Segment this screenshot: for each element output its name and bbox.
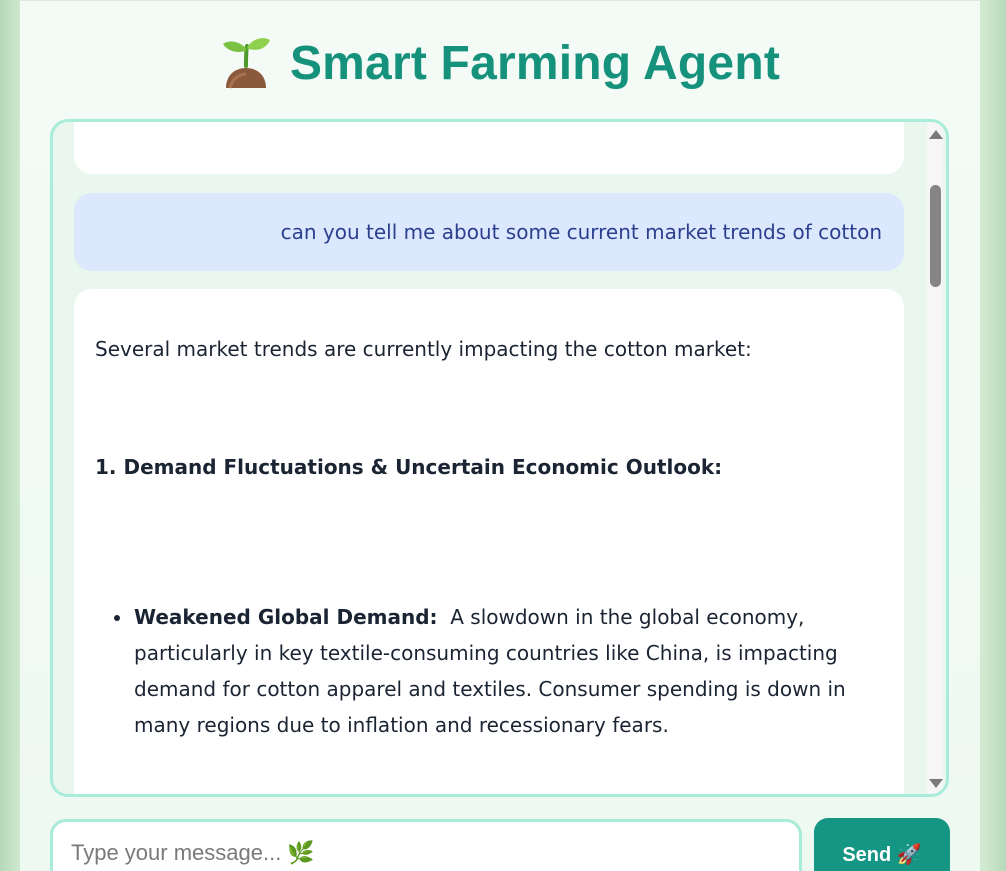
scrollbar-thumb[interactable] [930,185,941,287]
chat-scrollbar[interactable] [927,122,943,794]
bot-message-bubble: Several market trends are currently impa… [74,289,904,794]
scroll-down-arrow-icon[interactable] [929,779,943,788]
bot-message-heading: 1. Demand Fluctuations & Uncertain Econo… [95,455,723,479]
scroll-up-arrow-icon[interactable] [929,130,943,139]
app-container: Smart Farming Agent can you tell me abou… [20,0,980,871]
user-message-text: can you tell me about some current marke… [280,220,882,244]
list-item: Weakened Global Demand: A slowdown in th… [114,599,874,743]
user-message-bubble: can you tell me about some current marke… [74,193,904,271]
seedling-icon [222,38,270,89]
previous-message-bubble [74,122,904,174]
send-button[interactable]: Send 🚀 [814,818,950,871]
bullet-list: Weakened Global Demand: A slowdown in th… [114,599,874,743]
message-input[interactable] [71,840,781,866]
message-input-container [50,819,802,871]
header: Smart Farming Agent [20,31,980,95]
page-title: Smart Farming Agent [289,36,781,90]
bot-message-intro: Several market trends are currently impa… [95,337,752,361]
chat-window[interactable]: can you tell me about some current marke… [50,119,949,797]
bullet-title: Weakened Global Demand: [134,605,438,629]
